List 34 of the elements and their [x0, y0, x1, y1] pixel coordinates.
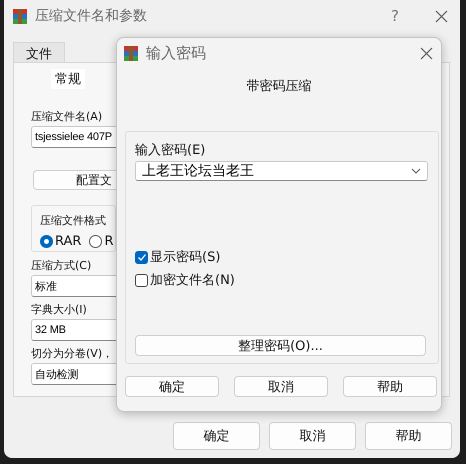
field-label: 压缩文件名(A): [31, 109, 104, 124]
field-label: 压缩方式(C): [31, 258, 92, 273]
dialog-button[interactable]: 帮助: [343, 376, 437, 397]
checkbox[interactable]: 加密文件名(N): [135, 271, 235, 289]
help-button[interactable]: ?: [391, 7, 399, 25]
radio-button[interactable]: R: [89, 234, 114, 249]
dialog-button[interactable]: 确定: [125, 376, 219, 397]
password-combo[interactable]: 上老王论坛当老王: [135, 161, 428, 181]
tab[interactable]: 常规: [51, 69, 85, 89]
input-field[interactable]: 自动检测: [31, 363, 116, 385]
password-text: 上老王论坛当老王: [142, 162, 254, 180]
dialog-button[interactable]: 取消: [269, 422, 356, 450]
group-title: 压缩文件格式: [40, 214, 106, 227]
checkbox[interactable]: 显示密码(S): [135, 248, 220, 266]
dialog-button[interactable]: 取消: [234, 376, 328, 397]
input-field[interactable]: 标准: [31, 275, 116, 297]
dialog-button[interactable]: 确定: [173, 422, 260, 450]
dialog-button[interactable]: 帮助: [365, 422, 452, 450]
tab[interactable]: 文件: [13, 42, 65, 62]
field-label: 字典大小(I): [31, 302, 88, 317]
chevron-down-icon: [411, 168, 421, 174]
window-title: 压缩文件名和参数: [35, 7, 148, 25]
books-icon: [124, 46, 138, 60]
profiles-button[interactable]: 配置文: [33, 170, 116, 190]
organize-button[interactable]: 整理密码(O)...: [135, 335, 426, 356]
close-icon[interactable]: [420, 46, 433, 60]
field-label: 输入密码(E): [135, 142, 206, 159]
window-title: 输入密码: [146, 44, 207, 62]
input-field[interactable]: tsjessielee 407P: [31, 126, 116, 148]
dialog-heading: 带密码压缩: [246, 78, 312, 95]
input-field[interactable]: 32 MB: [31, 319, 116, 341]
close-icon[interactable]: [435, 10, 448, 22]
radio-button[interactable]: RAR: [40, 234, 82, 249]
books-icon: [13, 8, 27, 24]
